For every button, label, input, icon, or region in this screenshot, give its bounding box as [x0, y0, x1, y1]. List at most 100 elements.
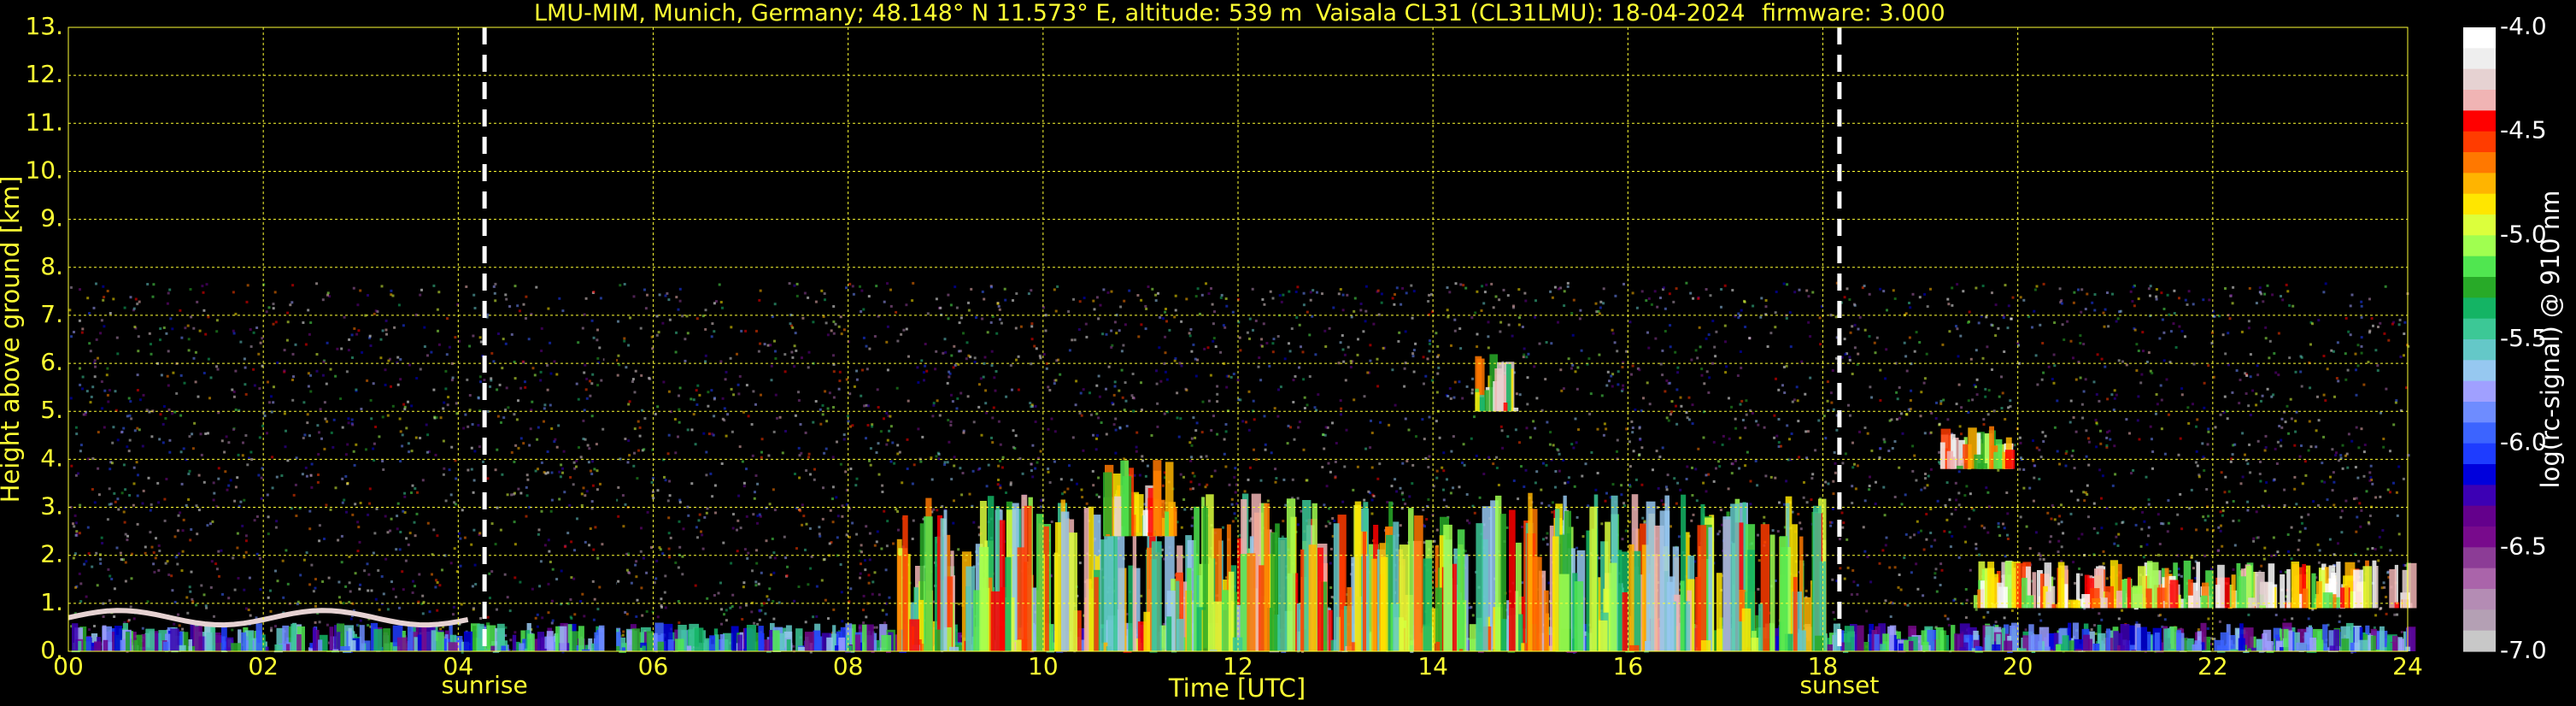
noise-pixel	[2277, 332, 2280, 335]
noise-pixel	[1405, 291, 1408, 295]
noise-pixel	[434, 585, 437, 589]
noise-pixel	[919, 460, 923, 463]
noise-pixel	[821, 413, 824, 416]
noise-pixel	[2142, 556, 2145, 559]
noise-pixel	[622, 630, 625, 633]
noise-pixel	[2137, 297, 2140, 301]
noise-pixel	[1235, 483, 1238, 486]
noise-pixel	[1364, 309, 1368, 313]
noise-pixel	[770, 574, 772, 576]
noise-pixel	[2069, 399, 2073, 403]
noise-pixel	[1807, 321, 1810, 324]
noise-pixel	[1891, 447, 1894, 450]
noise-pixel	[2403, 354, 2405, 357]
noise-pixel	[1679, 488, 1682, 491]
noise-pixel	[2332, 350, 2335, 353]
noise-pixel	[1337, 292, 1341, 296]
noise-pixel	[120, 430, 124, 433]
noise-pixel	[2121, 521, 2124, 525]
noise-pixel	[1124, 323, 1127, 327]
noise-pixel	[747, 415, 750, 418]
noise-pixel	[845, 286, 848, 290]
noise-pixel	[1346, 293, 1349, 297]
noise-pixel	[551, 619, 555, 622]
noise-pixel	[2035, 446, 2039, 450]
noise-pixel	[1705, 337, 1708, 340]
noise-pixel	[1960, 432, 1963, 436]
noise-pixel	[1622, 282, 1625, 285]
noise-pixel	[1925, 538, 1928, 541]
noise-pixel	[1286, 442, 1289, 445]
noise-pixel	[1394, 478, 1397, 481]
noise-pixel	[812, 321, 815, 324]
noise-pixel	[472, 528, 476, 532]
noise-pixel	[1929, 532, 1933, 534]
noise-pixel	[1341, 500, 1345, 503]
noise-pixel	[91, 565, 94, 568]
noise-pixel	[193, 421, 197, 425]
noise-pixel	[2309, 386, 2312, 390]
noise-pixel	[1691, 422, 1694, 426]
noise-pixel	[349, 617, 353, 621]
noise-pixel	[1983, 527, 1986, 530]
noise-pixel	[68, 309, 72, 312]
noise-pixel	[127, 450, 131, 453]
noise-pixel	[1984, 395, 1987, 398]
noise-pixel	[1188, 441, 1192, 444]
noise-pixel	[1851, 373, 1854, 375]
noise-pixel	[1330, 596, 1334, 598]
noise-pixel	[720, 622, 723, 626]
noise-pixel	[1807, 430, 1810, 433]
noise-pixel	[2115, 393, 2118, 397]
noise-pixel	[1764, 299, 1768, 302]
noise-pixel	[1222, 526, 1224, 529]
noise-pixel	[72, 556, 75, 560]
noise-pixel	[1845, 538, 1849, 541]
noise-pixel	[2074, 581, 2077, 585]
noise-pixel	[1415, 435, 1417, 438]
noise-pixel	[1376, 289, 1380, 292]
noise-pixel	[1714, 355, 1717, 358]
noise-pixel	[677, 600, 680, 603]
noise-pixel	[930, 478, 934, 481]
noise-pixel	[341, 426, 344, 429]
noise-pixel	[326, 420, 329, 423]
noise-pixel	[1216, 400, 1219, 403]
noise-pixel	[1892, 289, 1895, 292]
noise-pixel	[1270, 451, 1273, 455]
noise-pixel	[1676, 366, 1680, 369]
noise-pixel	[353, 463, 356, 467]
noise-pixel	[932, 402, 936, 405]
noise-pixel	[832, 608, 836, 611]
noise-pixel	[1017, 388, 1020, 391]
noise-pixel	[519, 491, 523, 495]
noise-pixel	[450, 379, 454, 382]
noise-pixel	[1951, 303, 1954, 307]
noise-pixel	[537, 532, 540, 536]
noise-pixel	[205, 283, 208, 286]
noise-pixel	[645, 610, 648, 613]
noise-pixel	[997, 304, 1000, 308]
noise-pixel	[736, 550, 739, 553]
noise-pixel	[423, 326, 426, 329]
noise-pixel	[1786, 283, 1789, 286]
noise-pixel	[1950, 512, 1953, 515]
noise-pixel	[451, 376, 455, 379]
noise-pixel	[1960, 406, 1963, 409]
noise-pixel	[386, 414, 390, 417]
noise-pixel	[1453, 318, 1457, 321]
noise-pixel	[1602, 433, 1605, 437]
noise-pixel	[2050, 535, 2053, 538]
noise-pixel	[2347, 330, 2350, 333]
noise-pixel	[1969, 492, 1972, 496]
noise-pixel	[314, 621, 317, 624]
noise-pixel	[831, 497, 834, 501]
noise-pixel	[357, 526, 361, 529]
noise-pixel	[1302, 291, 1306, 295]
noise-pixel	[1453, 380, 1457, 384]
noise-pixel	[1096, 434, 1099, 437]
noise-pixel	[583, 371, 586, 374]
noise-pixel	[575, 465, 578, 468]
noise-pixel	[2374, 349, 2378, 352]
noise-pixel	[1630, 420, 1634, 423]
